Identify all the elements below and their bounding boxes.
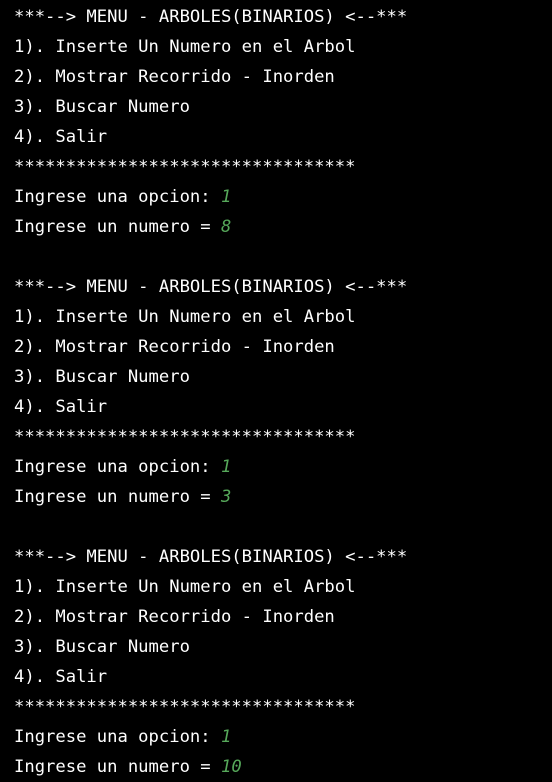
option-prompt-line: Ingrese una opcion: 1	[14, 182, 552, 212]
number-input-value: 3	[220, 487, 232, 507]
menu-title: ***--> MENU - ARBOLES(BINARIOS) <--***	[14, 277, 408, 297]
option-prompt: Ingrese una opcion:	[14, 457, 221, 477]
number-prompt-line: Ingrese un numero = 10	[14, 752, 552, 782]
option-input-value: 1	[220, 457, 232, 477]
console-output[interactable]: ***--> MENU - ARBOLES(BINARIOS) <--*** 1…	[14, 2, 552, 782]
menu-block: ***--> MENU - ARBOLES(BINARIOS) <--*** 1…	[14, 2, 552, 272]
option-prompt-line: Ingrese una opcion: 1	[14, 452, 552, 482]
menu-block: ***--> MENU - ARBOLES(BINARIOS) <--*** 1…	[14, 272, 552, 542]
menu-option: 3). Buscar Numero	[14, 97, 190, 117]
menu-separator: *********************************	[14, 427, 356, 447]
menu-option: 2). Mostrar Recorrido - Inorden	[14, 67, 335, 87]
menu-separator: *********************************	[14, 697, 356, 717]
menu-option: 4). Salir	[14, 127, 108, 147]
number-prompt: Ingrese un numero =	[14, 487, 221, 507]
menu-title: ***--> MENU - ARBOLES(BINARIOS) <--***	[14, 7, 408, 27]
option-prompt: Ingrese una opcion:	[14, 187, 221, 207]
number-prompt: Ingrese un numero =	[14, 217, 221, 237]
number-input-value: 10	[220, 757, 242, 777]
menu-option: 2). Mostrar Recorrido - Inorden	[14, 337, 335, 357]
menu-block: ***--> MENU - ARBOLES(BINARIOS) <--*** 1…	[14, 542, 552, 782]
option-input-value: 1	[220, 187, 232, 207]
menu-option: 1). Inserte Un Numero en el Arbol	[14, 577, 356, 597]
menu-option: 3). Buscar Numero	[14, 637, 190, 657]
number-prompt: Ingrese un numero =	[14, 757, 221, 777]
menu-option: 4). Salir	[14, 667, 108, 687]
menu-option: 1). Inserte Un Numero en el Arbol	[14, 307, 356, 327]
menu-separator: *********************************	[14, 157, 356, 177]
number-prompt-line: Ingrese un numero = 8	[14, 212, 552, 242]
option-prompt: Ingrese una opcion:	[14, 727, 221, 747]
number-prompt-line: Ingrese un numero = 3	[14, 482, 552, 512]
menu-option: 2). Mostrar Recorrido - Inorden	[14, 607, 335, 627]
menu-option: 1). Inserte Un Numero en el Arbol	[14, 37, 356, 57]
menu-option: 3). Buscar Numero	[14, 367, 190, 387]
option-prompt-line: Ingrese una opcion: 1	[14, 722, 552, 752]
menu-title: ***--> MENU - ARBOLES(BINARIOS) <--***	[14, 547, 408, 567]
option-input-value: 1	[220, 727, 232, 747]
number-input-value: 8	[220, 217, 232, 237]
menu-option: 4). Salir	[14, 397, 108, 417]
